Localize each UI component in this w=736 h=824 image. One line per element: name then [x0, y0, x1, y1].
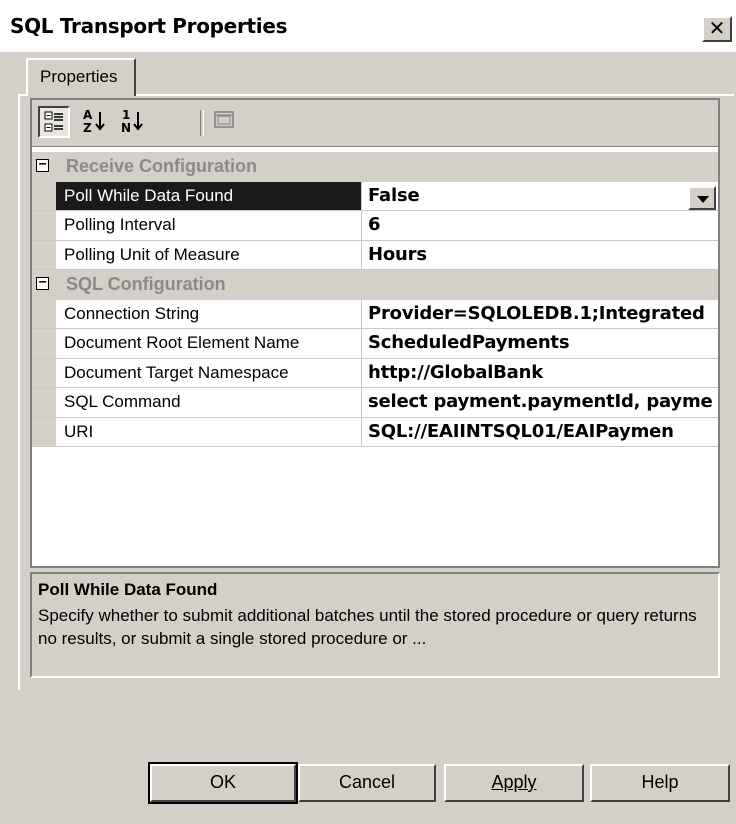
property-row-document-root-element-name[interactable]: Document Root Element Name ScheduledPaym… [32, 329, 718, 359]
category-receive-configuration[interactable]: − Receive Configuration [32, 152, 718, 182]
property-name[interactable]: Document Root Element Name [56, 329, 362, 358]
apply-button[interactable]: Apply [444, 764, 584, 802]
property-row-poll-while-data-found[interactable]: Poll While Data Found False [32, 181, 718, 211]
property-name[interactable]: Document Target Namespace [56, 358, 362, 387]
help-button[interactable]: Help [590, 764, 730, 802]
sort-alphabetical-icon: A Z [83, 108, 105, 135]
description-text: Specify whether to submit additional bat… [38, 606, 697, 648]
property-name[interactable]: Polling Unit of Measure [56, 240, 362, 269]
property-name[interactable]: SQL Command [56, 388, 362, 417]
description-title: Poll While Data Found [38, 580, 218, 599]
property-value[interactable]: http://GlobalBank [362, 359, 718, 388]
property-value[interactable]: select payment.paymentId, payme [362, 388, 718, 417]
tab-properties[interactable]: Properties [26, 58, 136, 96]
sort-numeric-button[interactable]: 1 N [118, 106, 150, 138]
property-row-uri[interactable]: URI SQL://EAIINTSQL01/EAIPaymen [32, 417, 718, 447]
tab-label: Properties [40, 67, 118, 86]
row-gutter [32, 329, 56, 358]
property-row-polling-unit-of-measure[interactable]: Polling Unit of Measure Hours [32, 240, 718, 270]
sort-alphabetical-button[interactable]: A Z [80, 106, 112, 138]
property-name[interactable]: Polling Interval [56, 211, 362, 240]
row-gutter [32, 358, 56, 387]
apply-label: Apply [491, 772, 537, 792]
row-gutter [32, 240, 56, 269]
svg-text:N: N [121, 121, 131, 134]
property-value[interactable]: Hours [362, 241, 718, 270]
grid-toolbar: A Z 1 N [32, 100, 718, 147]
row-gutter [32, 299, 56, 328]
categorized-view-icon [44, 111, 63, 132]
svg-text:Z: Z [83, 121, 92, 134]
property-row-connection-string[interactable]: Connection String Provider=SQLOLEDB.1;In… [32, 299, 718, 329]
category-label: Receive Configuration [66, 156, 258, 176]
chevron-down-icon [697, 195, 709, 203]
dialog-window: SQL Transport Properties ✕ Properties A … [0, 0, 736, 824]
property-rows: − Receive Configuration Poll While Data … [32, 152, 718, 447]
close-button[interactable]: ✕ [702, 16, 732, 42]
title-bar: SQL Transport Properties ✕ [0, 0, 736, 52]
cancel-button[interactable]: Cancel [298, 764, 436, 802]
dropdown-button[interactable] [688, 185, 716, 210]
row-gutter [32, 388, 56, 417]
collapse-icon[interactable]: − [36, 158, 49, 172]
property-pages-icon [214, 111, 234, 128]
property-row-sql-command[interactable]: SQL Command select payment.paymentId, pa… [32, 388, 718, 418]
close-icon: ✕ [708, 16, 726, 40]
row-gutter [32, 181, 56, 210]
svg-text:1: 1 [122, 108, 130, 122]
row-gutter [32, 211, 56, 240]
toolbar-separator [200, 110, 204, 136]
property-value[interactable]: Provider=SQLOLEDB.1;Integrated [362, 300, 718, 329]
property-name[interactable]: Poll While Data Found [56, 181, 362, 210]
property-value-select[interactable]: False [362, 182, 718, 211]
sort-numeric-icon: 1 N [121, 108, 143, 135]
svg-text:A: A [83, 108, 93, 122]
ok-button[interactable]: OK [148, 762, 298, 804]
property-name[interactable]: Connection String [56, 299, 362, 328]
collapse-icon[interactable]: − [36, 276, 49, 290]
window-title: SQL Transport Properties [10, 14, 288, 38]
property-value[interactable]: ScheduledPayments [362, 329, 718, 358]
property-value[interactable]: 6 [362, 211, 718, 240]
category-sql-configuration[interactable]: − SQL Configuration [32, 270, 718, 300]
property-row-document-target-namespace[interactable]: Document Target Namespace http://GlobalB… [32, 358, 718, 388]
row-gutter [32, 417, 56, 446]
description-pane: Poll While Data Found Specify whether to… [30, 572, 720, 678]
property-pages-button[interactable] [210, 106, 242, 138]
property-row-polling-interval[interactable]: Polling Interval 6 [32, 211, 718, 241]
categorized-button[interactable] [38, 106, 70, 138]
category-label: SQL Configuration [66, 274, 226, 294]
property-value[interactable]: SQL://EAIINTSQL01/EAIPaymen [362, 418, 718, 447]
property-name[interactable]: URI [56, 417, 362, 446]
